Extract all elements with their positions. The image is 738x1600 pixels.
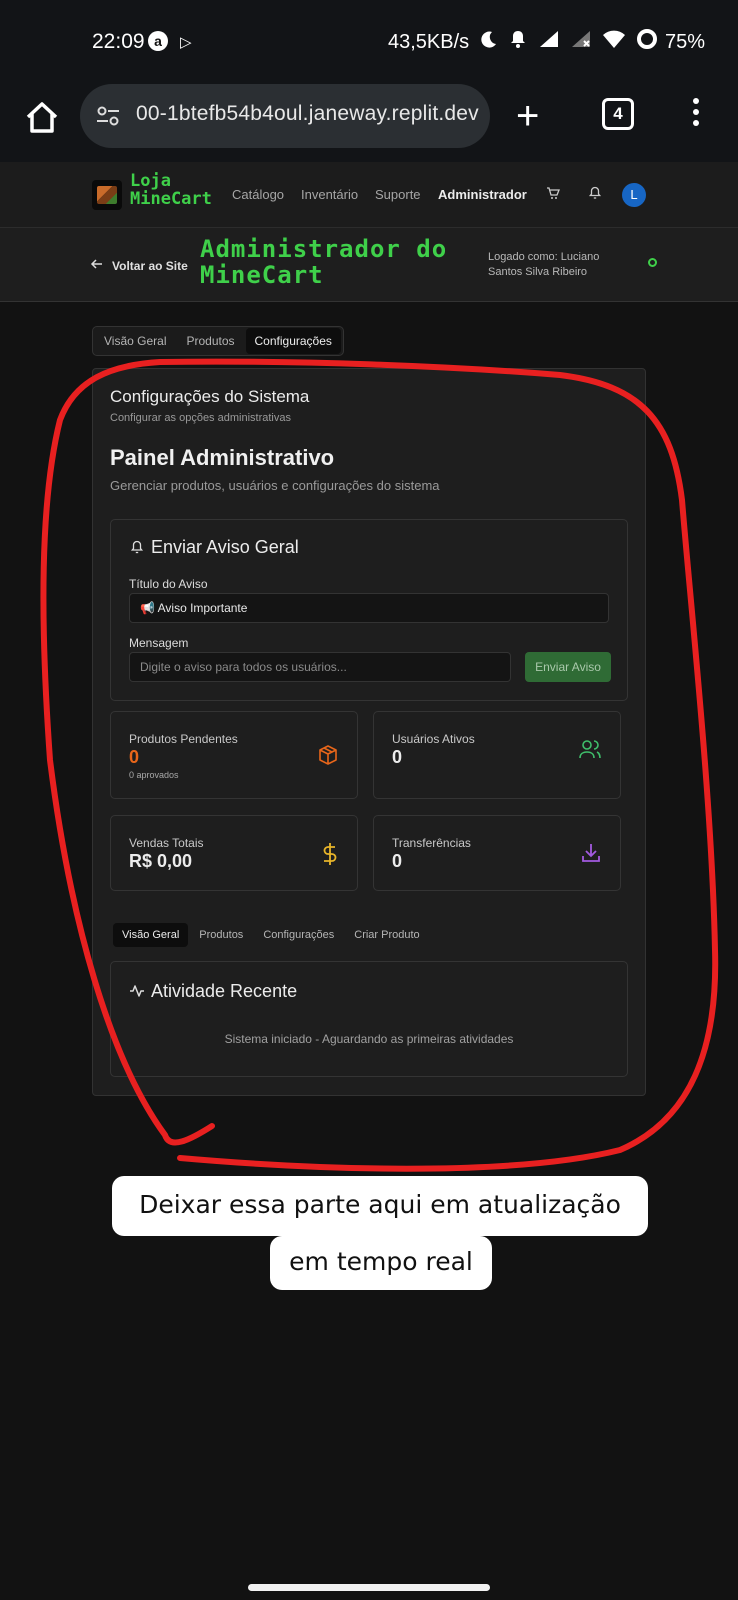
- site-settings-icon[interactable]: [94, 102, 122, 130]
- title-field-label: Título do Aviso: [129, 577, 208, 591]
- notification-bell-icon[interactable]: [588, 186, 602, 205]
- notice-title-input[interactable]: 📢 Aviso Importante: [129, 593, 609, 623]
- logo[interactable]: [92, 180, 122, 210]
- stat-value: 0: [392, 851, 403, 871]
- nav-suporte[interactable]: Suporte: [375, 187, 421, 202]
- online-status-indicator: [648, 258, 657, 267]
- wifi-icon: [602, 29, 626, 54]
- subtab-produtos[interactable]: Produtos: [190, 923, 252, 947]
- notice-form: Enviar Aviso Geral Título do Aviso 📢 Avi…: [110, 519, 628, 701]
- stat-total-sales: Vendas Totais R$ 0,00: [110, 815, 358, 891]
- moon-icon: [478, 29, 498, 54]
- battery-ring-icon: [636, 28, 658, 55]
- status-bar: 22:09 a ▷ 43,5KB/s 75%: [0, 0, 738, 84]
- arrow-left-icon[interactable]: [90, 257, 104, 276]
- new-tab-button[interactable]: +: [516, 96, 539, 136]
- send-notice-button[interactable]: Enviar Aviso: [525, 652, 611, 682]
- activity-heading: Atividade Recente: [151, 981, 298, 1001]
- bell-icon: [130, 540, 144, 560]
- settings-card: Configurações do Sistema Configurar as o…: [92, 368, 646, 1096]
- browser-menu-button[interactable]: [690, 98, 702, 132]
- stat-value: R$ 0,00: [129, 851, 193, 871]
- subtab-configuracoes[interactable]: Configurações: [254, 923, 343, 947]
- notice-heading: Enviar Aviso Geral: [151, 537, 299, 557]
- admin-tabs: Visão Geral Produtos Configurações: [92, 326, 344, 356]
- admin-title: Administrador do MineCart: [200, 235, 448, 289]
- url-text[interactable]: 00-1btefb54b4oul.janeway.replit.dev: [136, 102, 479, 126]
- stat-sub: 0 aprovados: [129, 770, 179, 780]
- logged-in-as: Logado como: Luciano Santos Silva Ribeir…: [488, 251, 600, 278]
- package-icon: [317, 744, 339, 771]
- cart-icon[interactable]: [546, 186, 560, 205]
- card-subtitle: Configurar as opções administrativas: [110, 412, 291, 424]
- stat-label: Transferências: [392, 836, 471, 850]
- stat-pending-products: Produtos Pendentes 0 0 aprovados: [110, 711, 358, 799]
- status-time: 22:09: [92, 30, 145, 53]
- play-icon: ▷: [180, 34, 192, 51]
- network-speed: 43,5KB/s: [388, 31, 470, 53]
- gesture-bar[interactable]: [248, 1584, 490, 1591]
- recent-activity: Atividade Recente Sistema iniciado - Agu…: [110, 961, 628, 1077]
- annotation-caption-line1: Deixar essa parte aqui em atualização: [112, 1176, 648, 1236]
- bell-off-icon: [508, 29, 528, 54]
- tab-visao-geral[interactable]: Visão Geral: [95, 328, 175, 354]
- panel-title: Painel Administrativo: [110, 445, 335, 470]
- panel-subtitle: Gerenciar produtos, usuários e configura…: [110, 478, 440, 493]
- status-icons: [478, 28, 658, 55]
- stat-label: Usuários Ativos: [392, 732, 475, 746]
- nav-catalogo[interactable]: Catálogo: [232, 187, 284, 202]
- admin-header: Voltar ao Site Administrador do MineCart…: [0, 228, 738, 302]
- annotation-caption-line2: em tempo real: [270, 1236, 492, 1290]
- download-icon: [580, 842, 602, 869]
- nav-administrador[interactable]: Administrador: [438, 187, 527, 202]
- battery-level: 75%: [665, 31, 706, 53]
- notice-message-input[interactable]: Digite o aviso para todos os usuários...: [129, 652, 511, 682]
- subtab-criar-produto[interactable]: Criar Produto: [345, 923, 428, 947]
- stat-value: 0: [392, 747, 403, 767]
- stat-value: 0: [129, 747, 140, 767]
- back-to-site-link[interactable]: Voltar ao Site: [112, 259, 188, 273]
- activity-empty-text: Sistema iniciado - Aguardando as primeir…: [224, 1032, 514, 1046]
- browser-toolbar: 00-1btefb54b4oul.janeway.replit.dev + 4: [0, 84, 738, 162]
- signal-x-icon: [570, 29, 592, 54]
- nav-inventario[interactable]: Inventário: [301, 187, 358, 202]
- home-button[interactable]: [22, 98, 62, 138]
- signal-icon: [538, 29, 560, 54]
- tab-configuracoes[interactable]: Configurações: [245, 328, 341, 354]
- stat-label: Produtos Pendentes: [129, 732, 238, 746]
- stat-label: Vendas Totais: [129, 836, 204, 850]
- admin-sub-tabs: Visão Geral Produtos Configurações Criar…: [113, 923, 429, 947]
- subtab-visao-geral[interactable]: Visão Geral: [113, 923, 189, 947]
- activity-icon: [129, 984, 145, 1003]
- home-icon: [26, 102, 58, 133]
- tab-switcher-button[interactable]: 4: [602, 98, 634, 130]
- card-title: Configurações do Sistema: [110, 387, 310, 406]
- users-icon: [578, 738, 602, 765]
- tab-produtos[interactable]: Produtos: [177, 328, 243, 354]
- amazon-icon: a: [148, 31, 168, 51]
- avatar[interactable]: L: [622, 183, 646, 207]
- stat-transfers: Transferências 0: [373, 815, 621, 891]
- dollar-icon: [321, 842, 339, 871]
- site-header: Loja MineCart Catálogo Inventário Suport…: [0, 162, 738, 228]
- address-bar[interactable]: 00-1btefb54b4oul.janeway.replit.dev: [80, 84, 490, 148]
- message-field-label: Mensagem: [129, 636, 189, 650]
- stat-active-users: Usuários Ativos 0: [373, 711, 621, 799]
